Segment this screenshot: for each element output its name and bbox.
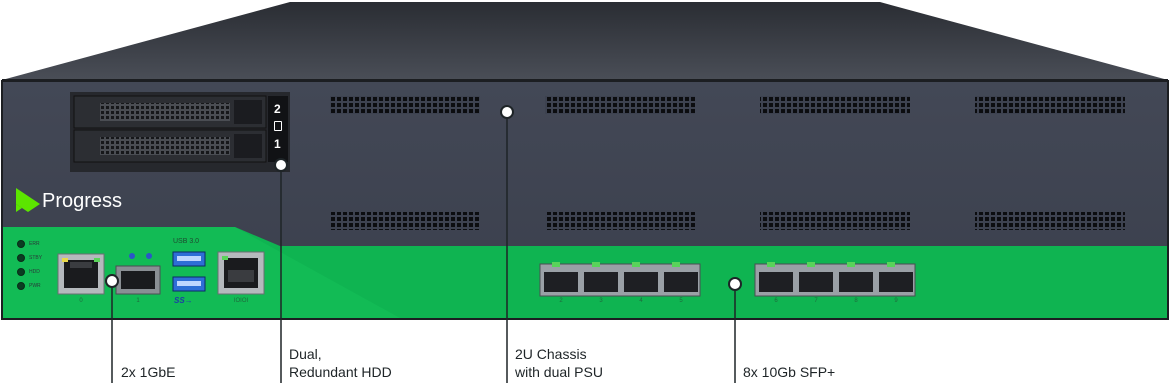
sfp-cage-group-b — [754, 262, 916, 297]
vent-grille — [760, 96, 910, 114]
callout-1gbe-line1: 2x 1GbE — [121, 364, 176, 380]
superspeed-logo: SS→ — [174, 296, 193, 305]
callout-redundant-hdd: Dual, Redundant HDD — [289, 345, 392, 381]
drive-icon — [274, 121, 282, 131]
usb-label: USB 3.0 — [173, 238, 200, 245]
callout-hdd-line2: Redundant HDD — [289, 364, 392, 380]
sfp-port-number: 5 — [679, 298, 683, 304]
led-label-stby: STBY — [29, 255, 43, 261]
console-label: IOIOI — [233, 298, 249, 304]
callout-hdd-line1: Dual, — [289, 346, 322, 362]
sfp-port-number: 7 — [814, 298, 818, 304]
callout-chassis-line2: with dual PSU — [515, 364, 603, 380]
appliance-illustration — [1, 2, 1169, 383]
callout-sfp-line1: 8x 10Gb SFP+ — [743, 364, 836, 380]
vent-grille — [975, 96, 1125, 114]
sfp-port-number: 6 — [774, 298, 778, 304]
rj45-port-1 — [115, 265, 161, 295]
bay-number-1: 1 — [274, 137, 281, 151]
vent-grille — [330, 96, 480, 114]
port-number-0: 0 — [79, 298, 83, 304]
sfp-port-number: 4 — [639, 298, 643, 304]
console-port — [217, 251, 265, 295]
port-number-1: 1 — [136, 298, 140, 304]
vent-grille — [975, 212, 1125, 230]
vent-grille — [330, 212, 480, 230]
led-pwr — [17, 282, 25, 290]
led-label-hdd: HDD — [29, 269, 40, 275]
link-led — [129, 253, 135, 259]
sfp-port-number: 2 — [559, 298, 563, 304]
callout-chassis-line1: 2U Chassis — [515, 346, 587, 362]
led-err — [17, 240, 25, 248]
link-led — [146, 253, 152, 259]
callout-dot-chassis — [500, 105, 514, 119]
callout-sfp: 8x 10Gb SFP+ — [743, 363, 835, 381]
sfp-cage-group-a — [539, 262, 701, 297]
vent-grille — [545, 212, 695, 230]
bay-number-2: 2 — [274, 102, 281, 116]
sfp-port-number: 3 — [599, 298, 603, 304]
callout-dot-1gbe — [105, 274, 119, 288]
callout-dot-hdd — [274, 158, 288, 172]
sfp-port-number: 9 — [894, 298, 898, 304]
chassis-top — [2, 2, 1168, 80]
vent-grille — [545, 96, 695, 114]
callout-2u-chassis: 2U Chassis with dual PSU — [515, 345, 603, 381]
led-stby — [17, 254, 25, 262]
led-hdd — [17, 268, 25, 276]
vent-grille — [760, 212, 910, 230]
rj45-port-0 — [57, 253, 105, 295]
brand-wordmark: Progress — [42, 190, 123, 212]
led-label-err: ERR — [29, 241, 40, 247]
sfp-port-number: 8 — [854, 298, 858, 304]
callout-dot-sfp — [728, 277, 742, 291]
callout-1gbe: 2x 1GbE — [121, 363, 175, 381]
led-label-pwr: PWR — [29, 283, 41, 289]
